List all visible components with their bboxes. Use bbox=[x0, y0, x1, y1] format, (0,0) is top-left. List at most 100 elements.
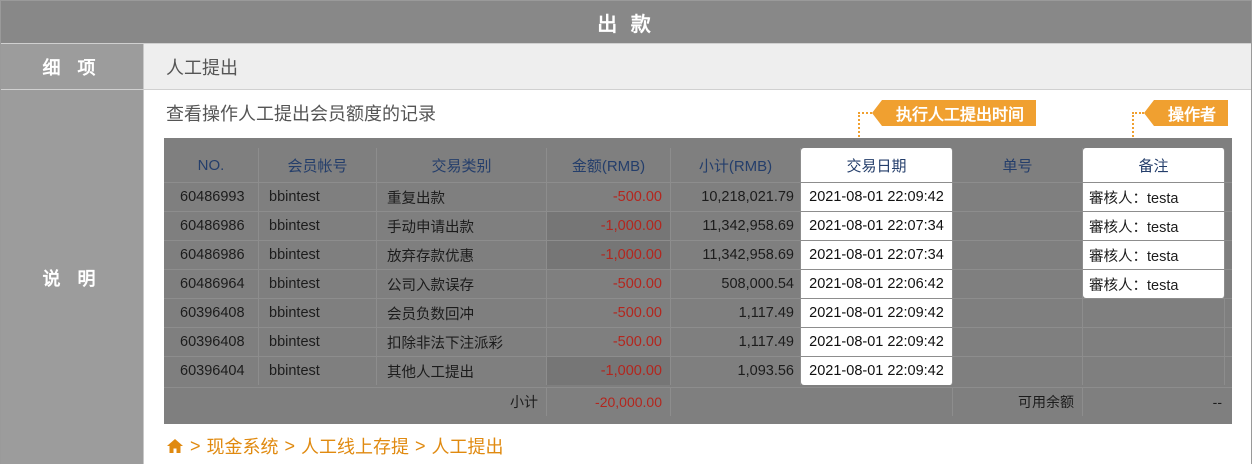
cell-account: bbintest bbox=[259, 241, 377, 269]
footer-gap bbox=[671, 388, 953, 416]
cell-subtotal: 1,117.49 bbox=[671, 299, 801, 327]
cell-date: 2021-08-01 22:09:42 bbox=[801, 299, 953, 327]
cell-no: 60486986 bbox=[164, 212, 259, 240]
cell-memo bbox=[1083, 299, 1225, 327]
header-subtotal: 小计(RMB) bbox=[671, 148, 801, 182]
header-memo: 备注 bbox=[1083, 148, 1225, 182]
cell-subtotal: 508,000.54 bbox=[671, 270, 801, 298]
cell-account: bbintest bbox=[259, 357, 377, 385]
breadcrumb-item[interactable]: 人工提出 bbox=[432, 433, 504, 459]
detail-value: 人工提出 bbox=[144, 44, 1251, 90]
cell-number bbox=[953, 357, 1083, 385]
header-number: 单号 bbox=[953, 148, 1083, 182]
cell-no: 60396408 bbox=[164, 299, 259, 327]
cell-memo: 審核人：testa bbox=[1083, 183, 1225, 211]
explain-row: 说 明 查看操作人工提出会员额度的记录 执行人工提出时间 操作者 NO. 会员帐… bbox=[1, 89, 1251, 464]
operator-tag-connector-h bbox=[1132, 112, 1144, 114]
cell-number bbox=[953, 183, 1083, 211]
cell-spacer bbox=[1225, 328, 1232, 356]
header-spacer bbox=[1225, 148, 1232, 182]
cell-type: 扣除非法下注派彩 bbox=[377, 328, 547, 356]
cell-amount: -1,000.00 bbox=[547, 212, 671, 240]
table-header: NO. 会员帐号 交易类别 金额(RMB) 小计(RMB) 交易日期 单号 备注 bbox=[164, 148, 1232, 182]
explain-label: 说 明 bbox=[1, 90, 144, 464]
cell-spacer bbox=[1225, 357, 1232, 385]
cell-subtotal: 10,218,021.79 bbox=[671, 183, 801, 211]
cell-no: 60486964 bbox=[164, 270, 259, 298]
table-row: 60486993 bbintest 重复出款 -500.00 10,218,02… bbox=[164, 182, 1232, 211]
cell-spacer bbox=[1225, 241, 1232, 269]
cell-amount: -500.00 bbox=[547, 270, 671, 298]
cell-date: 2021-08-01 22:06:42 bbox=[801, 270, 953, 298]
date-tag: 执行人工提出时间 bbox=[871, 100, 1037, 126]
cell-memo: 審核人：testa bbox=[1083, 212, 1225, 240]
cell-number bbox=[953, 328, 1083, 356]
cell-number bbox=[953, 212, 1083, 240]
detail-row: 细 项 人工提出 bbox=[1, 43, 1251, 90]
cell-type: 会员负数回冲 bbox=[377, 299, 547, 327]
cell-no: 60396408 bbox=[164, 328, 259, 356]
cell-date: 2021-08-01 22:07:34 bbox=[801, 212, 953, 240]
cell-spacer bbox=[1225, 270, 1232, 298]
cell-spacer bbox=[1225, 299, 1232, 327]
breadcrumb-separator: > bbox=[415, 435, 426, 456]
cell-number bbox=[953, 270, 1083, 298]
records-table: NO. 会员帐号 交易类别 金额(RMB) 小计(RMB) 交易日期 单号 备注… bbox=[164, 138, 1232, 424]
cell-no: 60486986 bbox=[164, 241, 259, 269]
cell-type: 其他人工提出 bbox=[377, 357, 547, 385]
breadcrumb-separator: > bbox=[190, 435, 201, 456]
footer-available-label: 可用余额 bbox=[953, 388, 1083, 416]
table-row: 60486964 bbintest 公司入款误存 -500.00 508,000… bbox=[164, 269, 1232, 298]
breadcrumb-separator: > bbox=[284, 435, 296, 456]
footer-subtotal-amount: -20,000.00 bbox=[547, 388, 671, 416]
cell-type: 放弃存款优惠 bbox=[377, 241, 547, 269]
breadcrumb-item[interactable]: 现金系统 bbox=[207, 433, 279, 459]
cell-subtotal: 11,342,958.69 bbox=[671, 212, 801, 240]
explain-content: 查看操作人工提出会员额度的记录 执行人工提出时间 操作者 NO. 会员帐号 交易… bbox=[144, 90, 1251, 464]
cell-type: 手动申请出款 bbox=[377, 212, 547, 240]
date-tag-text: 执行人工提出时间 bbox=[896, 107, 1025, 124]
cell-subtotal: 1,093.56 bbox=[671, 357, 801, 385]
table-row: 60396404 bbintest 其他人工提出 -1,000.00 1,093… bbox=[164, 356, 1232, 385]
table-row: 60486986 bbintest 手动申请出款 -1,000.00 11,34… bbox=[164, 211, 1232, 240]
header-amount: 金额(RMB) bbox=[547, 148, 671, 182]
footer-subtotal-label: 小计 bbox=[164, 388, 547, 416]
cell-account: bbintest bbox=[259, 183, 377, 211]
cell-amount: -500.00 bbox=[547, 299, 671, 327]
cell-no: 60396404 bbox=[164, 357, 259, 385]
cell-date: 2021-08-01 22:09:42 bbox=[801, 357, 953, 385]
cell-number bbox=[953, 299, 1083, 327]
breadcrumb: > 现金系统 > 人工线上存提 > 人工提出 bbox=[166, 433, 504, 459]
header-date: 交易日期 bbox=[801, 148, 953, 182]
cell-date: 2021-08-01 22:09:42 bbox=[801, 183, 953, 211]
cell-subtotal: 1,117.49 bbox=[671, 328, 801, 356]
cell-date: 2021-08-01 22:09:42 bbox=[801, 328, 953, 356]
operator-tag-text: 操作者 bbox=[1168, 107, 1217, 124]
cell-number bbox=[953, 241, 1083, 269]
cell-type: 公司入款误存 bbox=[377, 270, 547, 298]
cell-amount: -1,000.00 bbox=[547, 241, 671, 269]
cell-memo bbox=[1083, 357, 1225, 385]
header-type: 交易类别 bbox=[377, 148, 547, 182]
table-row: 60486986 bbintest 放弃存款优惠 -1,000.00 11,34… bbox=[164, 240, 1232, 269]
cell-amount: -500.00 bbox=[547, 328, 671, 356]
page-title: 出 款 bbox=[597, 13, 655, 36]
cell-amount: -500.00 bbox=[547, 183, 671, 211]
cell-spacer bbox=[1225, 183, 1232, 211]
table-footer: 小计 -20,000.00 可用余额 -- bbox=[164, 387, 1232, 416]
date-tag-connector-h bbox=[858, 112, 872, 114]
cell-amount: -1,000.00 bbox=[547, 357, 671, 385]
detail-label: 细 项 bbox=[1, 44, 144, 90]
page-frame: 出 款 细 项 人工提出 说 明 查看操作人工提出会员额度的记录 执行人工提出时… bbox=[0, 0, 1252, 464]
home-icon[interactable] bbox=[166, 438, 184, 454]
operator-tag: 操作者 bbox=[1143, 100, 1229, 126]
explain-description: 查看操作人工提出会员额度的记录 bbox=[166, 104, 436, 124]
cell-account: bbintest bbox=[259, 299, 377, 327]
cell-account: bbintest bbox=[259, 270, 377, 298]
cell-date: 2021-08-01 22:07:34 bbox=[801, 241, 953, 269]
cell-spacer bbox=[1225, 212, 1232, 240]
footer-available-value: -- bbox=[1212, 394, 1222, 410]
page-header: 出 款 bbox=[1, 1, 1251, 43]
breadcrumb-item[interactable]: 人工线上存提 bbox=[301, 433, 409, 459]
cell-account: bbintest bbox=[259, 328, 377, 356]
